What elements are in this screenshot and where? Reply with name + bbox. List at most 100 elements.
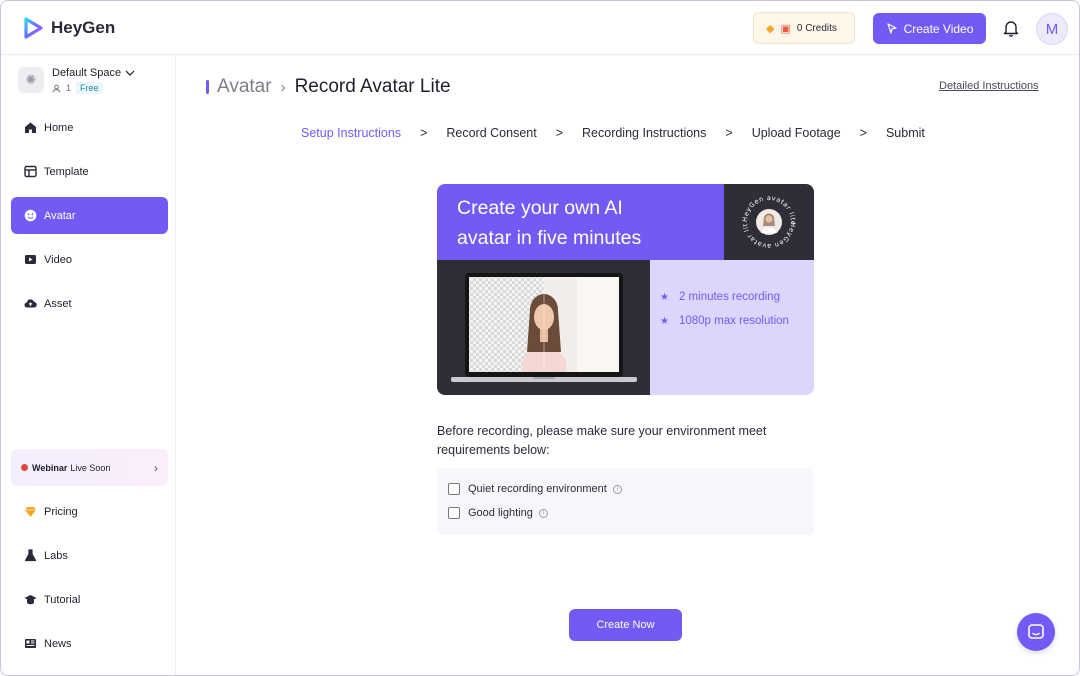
feature-item: ★ 2 minutes recording (660, 291, 780, 303)
bell-icon[interactable] (1003, 19, 1019, 37)
avatar-icon (24, 209, 37, 222)
create-video-label: Create Video (903, 21, 974, 36)
video-icon (25, 255, 36, 264)
sidebar-item-tutorial[interactable]: Tutorial (11, 581, 168, 618)
banner-title-line2: avatar in five minutes (457, 227, 642, 249)
flask-icon (24, 549, 37, 562)
page-title: Record Avatar Lite (294, 76, 451, 97)
requirements-checklist: Quiet recording environment i Good light… (437, 468, 814, 535)
sidebar-item-label: Pricing (44, 505, 78, 518)
detailed-instructions-link[interactable]: Detailed Instructions (939, 80, 1039, 92)
sidebar-item-avatar[interactable]: Avatar (11, 197, 168, 234)
gem-icon: ◆ (766, 22, 775, 35)
space-meta: 1 Free (52, 82, 135, 94)
star-icon: ★ (660, 315, 669, 327)
live-dot (21, 464, 28, 471)
breadcrumb-accent (206, 80, 209, 94)
sidebar-item-home[interactable]: Home (11, 109, 168, 146)
plan-badge: Free (76, 82, 103, 94)
sidebar-item-label: Template (44, 165, 89, 178)
feature-text: 1080p max resolution (678, 315, 789, 327)
requirement-label: Good lighting (468, 507, 533, 519)
step-record-consent[interactable]: Record Consent (446, 126, 536, 140)
cloud-upload-icon (24, 299, 37, 308)
banner-features: ★ 2 minutes recording ★ 1080p max resolu… (650, 260, 814, 395)
chevron-right-icon: › (280, 78, 286, 96)
step-recording-instructions[interactable]: Recording Instructions (582, 126, 706, 140)
create-video-button[interactable]: Create Video (873, 13, 986, 44)
banner-photo (437, 260, 650, 395)
chevron-down-icon (125, 70, 135, 76)
avatar-lite-badge-icon: HeyGen avatar lite HeyGen avatar lite (722, 184, 797, 250)
template-icon (24, 165, 37, 178)
sidebar-item-label: News (44, 637, 72, 650)
graduation-cap-icon (24, 595, 37, 605)
laptop-illustration (451, 273, 637, 382)
sidebar-item-label: Video (44, 253, 72, 266)
breadcrumb: Avatar › Record Avatar Lite (206, 76, 451, 98)
heygen-logo-icon (24, 17, 43, 39)
credits-button[interactable]: ◆ ▣ 0 Credits (753, 12, 855, 44)
checkbox[interactable] (448, 483, 460, 495)
user-avatar[interactable]: M (1036, 13, 1068, 45)
sidebar-item-template[interactable]: Template (11, 153, 168, 190)
sidebar-item-video[interactable]: Video (11, 241, 168, 278)
gem-icon (25, 507, 36, 517)
step-separator: > (420, 126, 428, 140)
banner-title: Create your own AI avatar in five minute… (437, 184, 724, 260)
webinar-status: Live Soon (70, 462, 111, 473)
banner-title-line1: Create your own AI (457, 197, 623, 219)
star-icon: ★ (660, 291, 669, 303)
sidebar-item-labs[interactable]: Labs (11, 537, 168, 574)
sidebar-item-pricing[interactable]: Pricing (11, 493, 168, 530)
logo-text: HeyGen (51, 18, 116, 37)
space-switcher[interactable]: ✺ Default Space 1 Free (18, 67, 135, 94)
info-icon[interactable]: i (612, 484, 622, 494)
step-submit[interactable]: Submit (886, 126, 925, 140)
webinar-title: Webinar (32, 462, 68, 473)
step-progress: Setup Instructions > Record Consent > Re… (301, 126, 925, 140)
banner-badge: HeyGen avatar lite HeyGen avatar lite (722, 184, 814, 260)
space-icon: ✺ (18, 67, 44, 93)
webinar-banner[interactable]: Webinar Live Soon › (11, 449, 168, 486)
sidebar-item-asset[interactable]: Asset (11, 285, 168, 322)
step-separator: > (725, 126, 733, 140)
sidebar: ✺ Default Space 1 Free Home Template Ava… (1, 55, 176, 675)
requirement-quiet-environment[interactable]: Quiet recording environment i (448, 483, 622, 495)
feature-item: ★ 1080p max resolution (660, 315, 789, 327)
requirements-intro: Before recording, please make sure your … (437, 424, 767, 457)
space-name-text: Default Space (52, 67, 122, 79)
app-window: HeyGen ◆ ▣ 0 Credits Create Video M ✺ De… (0, 0, 1080, 676)
members-icon (52, 84, 61, 93)
intro-banner: Create your own AI avatar in five minute… (437, 184, 814, 395)
info-icon[interactable]: i (538, 508, 548, 518)
space-name: Default Space (52, 67, 135, 79)
requirement-label: Quiet recording environment (468, 483, 607, 495)
create-now-button[interactable]: Create Now (569, 609, 682, 641)
sidebar-item-label: Home (44, 121, 74, 134)
step-separator: > (555, 126, 564, 140)
sidebar-item-news[interactable]: News (11, 625, 168, 662)
chat-icon (1028, 624, 1044, 639)
newspaper-icon (25, 639, 36, 648)
step-upload-footage[interactable]: Upload Footage (752, 126, 841, 140)
feature-text: 2 minutes recording (678, 291, 780, 303)
logo[interactable]: HeyGen (21, 16, 115, 40)
chat-support-button[interactable] (1017, 613, 1055, 651)
step-setup-instructions[interactable]: Setup Instructions (301, 126, 401, 140)
cursor-icon (886, 22, 897, 34)
checkbox[interactable] (448, 507, 460, 519)
sidebar-item-label: Asset (44, 297, 72, 310)
home-icon (25, 122, 36, 133)
step-separator: > (859, 126, 867, 140)
sidebar-item-label: Avatar (44, 209, 76, 222)
space-info: Default Space 1 Free (52, 67, 135, 94)
sidebar-item-label: Labs (44, 549, 68, 562)
top-bar: HeyGen ◆ ▣ 0 Credits Create Video M (1, 1, 1079, 55)
breadcrumb-parent[interactable]: Avatar (217, 76, 272, 98)
sidebar-item-label: Tutorial (44, 593, 81, 606)
member-count: 1 (66, 83, 72, 93)
requirement-good-lighting[interactable]: Good lighting i (448, 507, 548, 519)
gift-icon: ▣ (780, 22, 791, 35)
chevron-right-icon: › (154, 460, 158, 475)
